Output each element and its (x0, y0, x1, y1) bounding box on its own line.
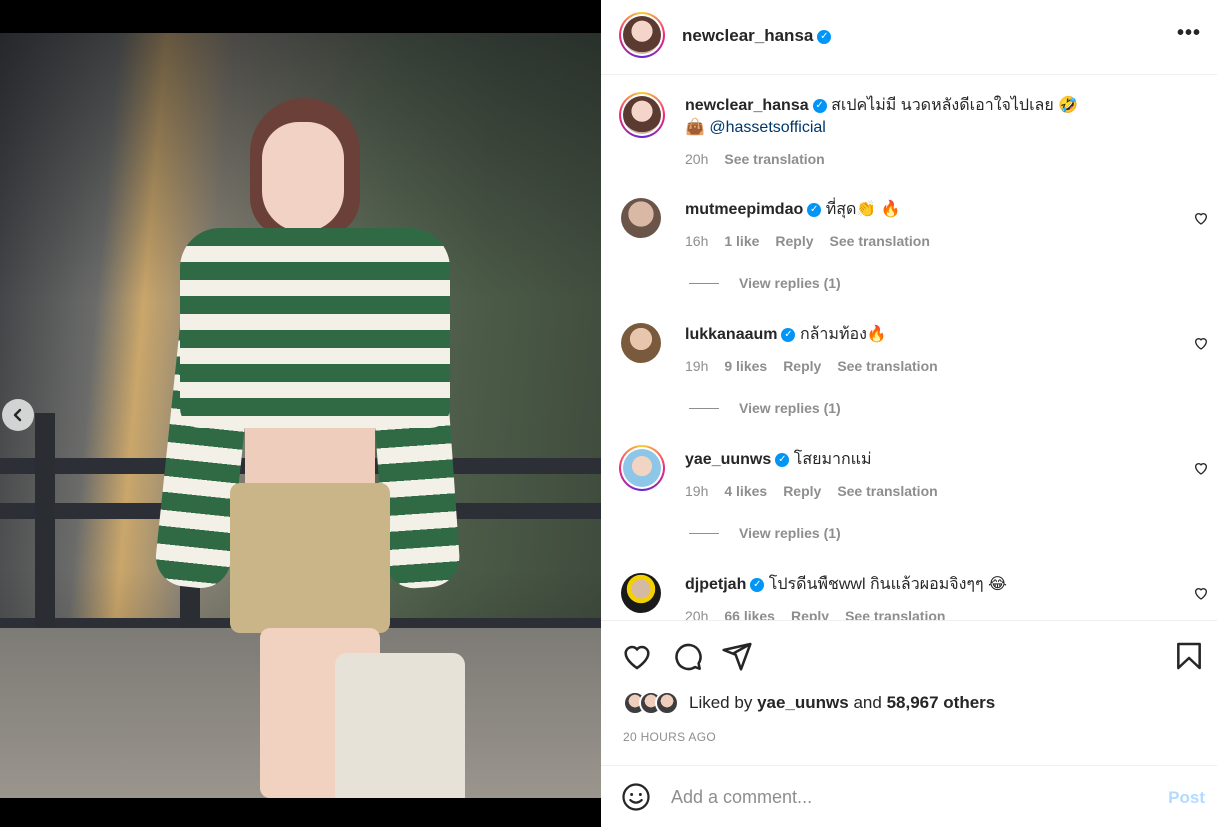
comment-meta: 16h 1 like Reply See translation (685, 233, 930, 249)
post-photo[interactable] (0, 33, 601, 798)
handbag (335, 653, 465, 798)
comment-meta: 19h 9 likes Reply See translation (685, 358, 938, 374)
see-translation-link[interactable]: See translation (837, 483, 937, 499)
more-icon[interactable]: ••• (1177, 22, 1201, 45)
post-header: newclear_hansa ✓ ••• (601, 0, 1217, 75)
heart-icon[interactable] (621, 640, 653, 672)
post-actions: Liked by yae_uunws and 58,967 others 20 … (601, 620, 1217, 766)
caption: newclear_hansa ✓ สเปคไม่มี นวดหลังดีเอาใจ… (601, 92, 1217, 172)
caption-meta: 20h See translation (685, 151, 825, 167)
comment-time: 20h (685, 608, 709, 620)
liked-by: Liked by yae_uunws and 58,967 others (623, 691, 995, 715)
see-translation-link[interactable]: See translation (724, 151, 824, 167)
verified-icon: ✓ (775, 452, 790, 467)
comment-username[interactable]: lukkanaaum (685, 326, 777, 343)
chevron-left-icon (13, 408, 22, 422)
verified-icon: ✓ (817, 29, 832, 44)
share-icon[interactable] (721, 640, 753, 672)
avatar[interactable] (619, 445, 665, 491)
verified-icon: ✓ (807, 202, 822, 217)
comment-username[interactable]: djpetjah (685, 576, 746, 593)
caption-time: 20h (685, 151, 709, 167)
bookmark-icon[interactable] (1173, 640, 1205, 672)
caption-username[interactable]: newclear_hansa (685, 97, 809, 114)
reply-button[interactable]: Reply (775, 233, 813, 249)
liked-by-user[interactable]: yae_uunws (757, 693, 849, 713)
liked-by-and: and (853, 693, 882, 712)
liked-by-others[interactable]: 58,967 others (887, 693, 996, 713)
comment-meta: 20h 66 likes Reply See translation (685, 608, 945, 620)
comment-time: 16h (685, 233, 709, 249)
comment-time: 19h (685, 483, 709, 499)
view-replies-label: View replies (1) (739, 400, 841, 416)
comment-text: โปรดีนพืชwwl กินแล้วผอมจิงๆๆ 😂 (768, 576, 1007, 593)
comment-likes[interactable]: 1 like (724, 233, 759, 249)
heart-icon[interactable] (1193, 585, 1209, 601)
comment-username[interactable]: mutmeepimdao (685, 201, 803, 218)
avatar[interactable] (621, 198, 661, 238)
comment-item: mutmeepimdao ✓ ที่สุด👏 🔥 16h 1 like Reply… (601, 198, 1217, 308)
comment-text: ที่สุด👏 🔥 (825, 201, 901, 218)
comment-input[interactable] (671, 784, 1141, 810)
comment-likes[interactable]: 9 likes (724, 358, 767, 374)
verified-icon: ✓ (750, 577, 765, 592)
header-username-row: newclear_hansa ✓ (682, 26, 832, 46)
post-panel: newclear_hansa ✓ ••• newclear_hansa ✓ สเปค… (601, 0, 1217, 827)
caption-text: สเปคไม่มี นวดหลังดีเอาใจไปเลย 🤣 (831, 97, 1079, 114)
view-replies-button[interactable]: View replies (1) (689, 275, 841, 291)
post-comment-button[interactable]: Post (1168, 788, 1205, 808)
heart-icon[interactable] (1193, 460, 1209, 476)
bag-emoji: 👜 (685, 119, 705, 136)
comment-time: 19h (685, 358, 709, 374)
heart-icon[interactable] (1193, 210, 1209, 226)
verified-icon: ✓ (781, 327, 796, 342)
post-timestamp[interactable]: 20 HOURS AGO (623, 730, 716, 744)
see-translation-link[interactable]: See translation (845, 608, 945, 620)
comment-item: lukkanaaum ✓ กล้ามท้อง🔥 19h 9 likes Reply… (601, 323, 1217, 433)
reply-button[interactable]: Reply (783, 358, 821, 374)
comment-item: djpetjah ✓ โปรดีนพืชwwl กินแล้วผอมจิงๆๆ 😂… (601, 573, 1217, 620)
avatar[interactable] (621, 573, 661, 613)
verified-icon: ✓ (812, 98, 827, 113)
see-translation-link[interactable]: See translation (830, 233, 930, 249)
avatar[interactable] (619, 12, 665, 58)
reply-button[interactable]: Reply (783, 483, 821, 499)
avatar[interactable] (621, 323, 661, 363)
avatar (655, 691, 679, 715)
caption-mention[interactable]: @hassetsofficial (709, 119, 825, 136)
comment-username[interactable]: yae_uunws (685, 451, 771, 468)
liked-by-prefix: Liked by (689, 693, 753, 712)
post-media (0, 0, 601, 827)
view-replies-button[interactable]: View replies (1) (689, 400, 841, 416)
comment-icon[interactable] (671, 640, 703, 672)
comment-likes[interactable]: 4 likes (724, 483, 767, 499)
view-replies-button[interactable]: View replies (1) (689, 525, 841, 541)
see-translation-link[interactable]: See translation (837, 358, 937, 374)
comment-item: yae_uunws ✓ โสยมากแม่ 19h 4 likes Reply S… (601, 445, 1217, 555)
comment-text: โสยมากแม่ (793, 451, 872, 468)
liker-avatars[interactable] (623, 691, 679, 715)
model-figure (152, 98, 465, 798)
avatar[interactable] (619, 92, 665, 138)
comments-list[interactable]: newclear_hansa ✓ สเปคไม่มี นวดหลังดีเอาใจ… (601, 75, 1217, 620)
comment-likes[interactable]: 66 likes (724, 608, 775, 620)
emoji-icon[interactable] (621, 782, 651, 812)
comment-meta: 19h 4 likes Reply See translation (685, 483, 938, 499)
view-replies-label: View replies (1) (739, 275, 841, 291)
add-comment-bar: Post (601, 766, 1217, 827)
view-replies-label: View replies (1) (739, 525, 841, 541)
comment-text: กล้ามท้อง🔥 (799, 326, 887, 343)
carousel-prev-button[interactable] (2, 399, 34, 431)
heart-icon[interactable] (1193, 335, 1209, 351)
reply-button[interactable]: Reply (791, 608, 829, 620)
header-username[interactable]: newclear_hansa (682, 26, 813, 45)
